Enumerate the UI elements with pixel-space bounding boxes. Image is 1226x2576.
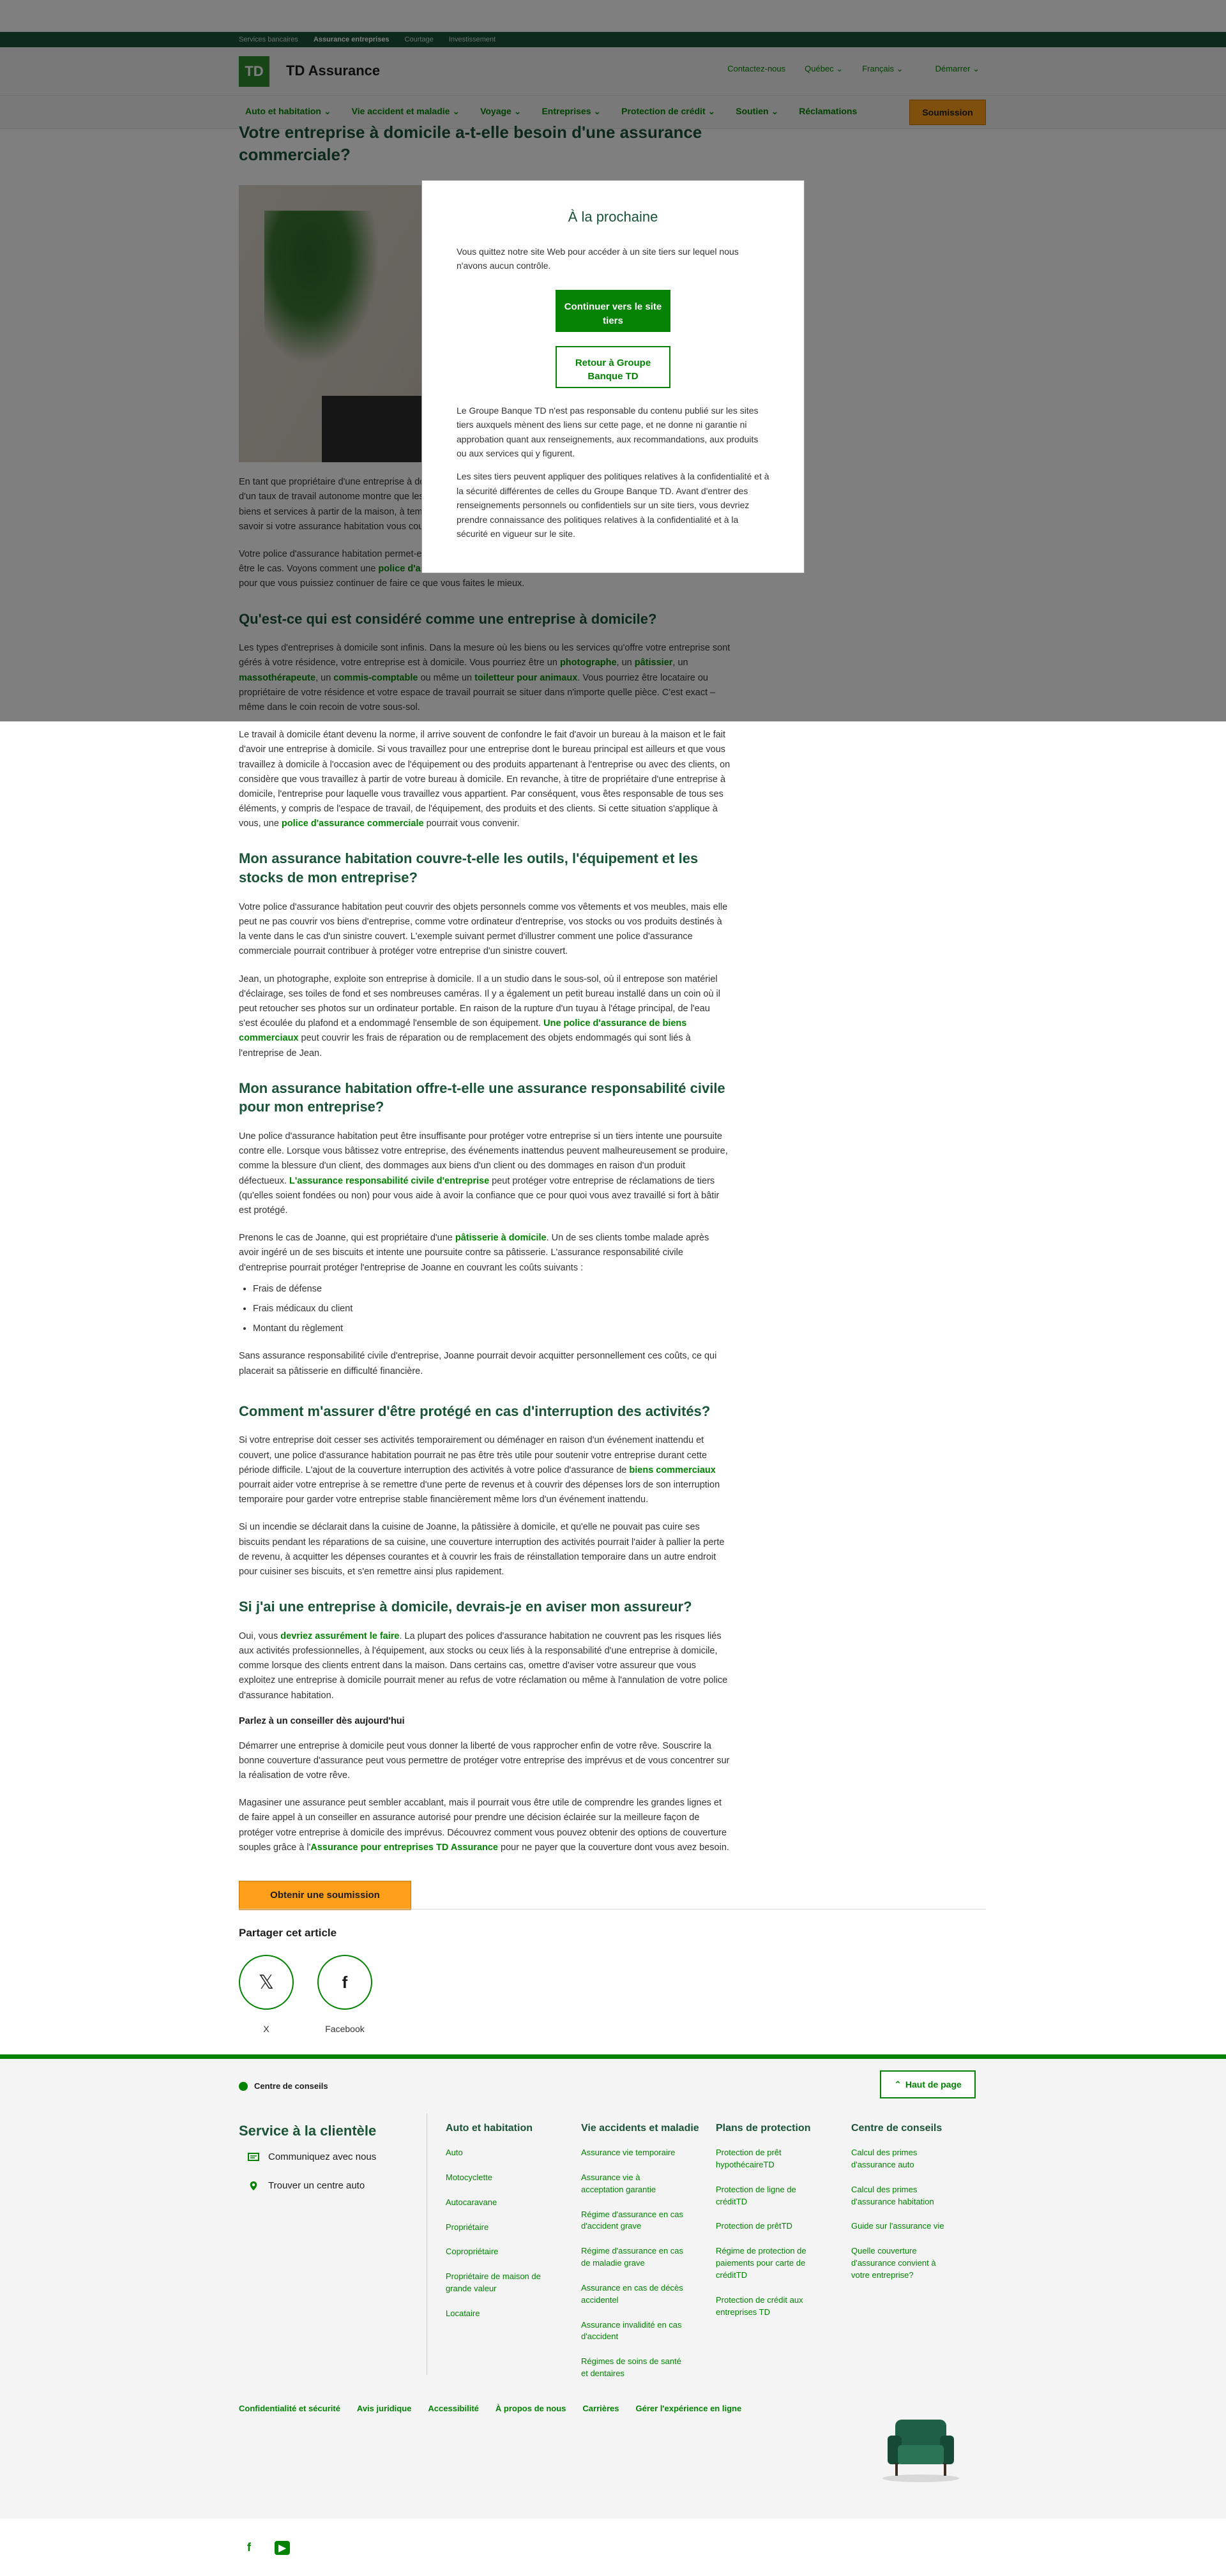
footer-link[interactable]: Protection de prêtTD [716,2220,844,2233]
liability-paragraph-2: Prenons le cas de Joanne, qui est propri… [239,1233,709,1273]
location-pin-icon [250,2181,257,2190]
notify-paragraph-1: Oui, vous devriez assurément le faire. L… [239,1631,728,1701]
green-chair-illustration [882,2420,959,2482]
footer-col-title: Auto et habitation [446,2123,533,2134]
footer-link[interactable]: Assurance vie temporaire [581,2147,709,2159]
link-home-bakery[interactable]: pâtisserie à domicile [455,1233,547,1243]
third-party-modal: À la prochaine Vous quittez notre site W… [421,180,805,573]
link-commercial-goods[interactable]: biens commerciaux [629,1465,715,1475]
legal-link-careers[interactable]: Carrières [582,2404,619,2413]
footer-link[interactable]: Régime d'assurance en cas d'accident gra… [581,2209,690,2233]
legal-link-about[interactable]: À propos de nous [496,2404,566,2413]
footer-link[interactable]: Calcul des primes d'assurance auto [851,2147,934,2171]
footer-link[interactable]: Assurance vie à acceptation garantie [581,2172,677,2196]
tools-paragraph-1: Votre police d'assurance habitation peut… [239,901,728,957]
modal-intro: Vous quittez notre site Web pour accéder… [457,246,739,271]
legal-link-legal[interactable]: Avis juridique [357,2404,411,2413]
liability-paragraph-3: Sans assurance responsabilité civile d'e… [239,1351,717,1376]
share-title: Partager cet article [239,1927,337,1939]
footer-col-tips: Centre de conseils Calcul des primes d'a… [851,2123,979,2294]
share-facebook-button[interactable]: f [317,1955,372,2010]
footer-link[interactable]: Guide sur l'assurance vie [851,2220,979,2233]
x-icon: 𝕏 [258,1971,275,1993]
legal-link-online-experience[interactable]: Gérer l'expérience en ligne [636,2404,742,2413]
heading-advisor: Parlez à un conseiller dès aujourd'hui [239,1715,405,1726]
list-item: Frais de défense [253,1282,730,1297]
list-item: Montant du règlement [253,1322,730,1336]
get-quote-button[interactable]: Obtenir une soumission [239,1881,411,1910]
legal-link-accessibility[interactable]: Accessibilité [428,2404,479,2413]
youtube-icon[interactable]: ▶ [275,2541,291,2555]
footer-link[interactable]: Autocaravane [446,2197,573,2209]
liability-paragraph-1: Une police d'assurance habitation peut ê… [239,1131,728,1216]
advisor-paragraph-1: Démarrer une entreprise à domicile peut … [239,1740,730,1781]
link-td-business-insurance[interactable]: Assurance pour entreprises TD Assurance [310,1842,498,1853]
footer-link[interactable]: Protection de crédit aux entreprises TD [716,2294,812,2319]
footer-breadcrumb[interactable]: Centre de conseils [239,2081,328,2091]
footer-col-auto-home: Auto et habitation Auto Motocyclette Aut… [446,2123,573,2333]
footer-col-title: Plans de protection [716,2123,811,2134]
footer-link[interactable]: Régimes de soins de santé et dentaires [581,2356,690,2380]
footer-link[interactable]: Propriétaire [446,2222,573,2234]
legal-link-privacy[interactable]: Confidentialité et sécurité [239,2404,340,2413]
continue-third-party-button[interactable]: Continuer vers le site tiers [556,289,670,332]
heading-interruption: Comment m'assurer d'être protégé en cas … [239,1403,711,1419]
chat-icon [248,2152,259,2161]
footer-link[interactable]: Copropriétaire [446,2246,573,2258]
modal-title: À la prochaine [568,209,658,225]
footer-accent-line [0,2054,1226,2059]
heading-notify-insurer: Si j'ai une entreprise à domicile, devra… [239,1599,692,1615]
link-commercial-policy[interactable]: police d'assurance commerciale [282,818,424,829]
footer-link[interactable]: Régime d'assurance en cas de maladie gra… [581,2245,690,2270]
facebook-icon[interactable]: f [247,2541,251,2554]
footer-link[interactable]: Auto [446,2147,573,2159]
share-x-label: X [263,2024,269,2034]
link-should-notify[interactable]: devriez assurément le faire [280,1631,399,1641]
footer-link[interactable]: Motocyclette [446,2172,573,2184]
footer-link[interactable]: Protection de ligne de créditTD [716,2184,805,2208]
share-facebook-label: Facebook [325,2024,365,2034]
interruption-paragraph-2: Si un incendie se déclarait dans la cuis… [239,1522,725,1577]
footer-link[interactable]: Protection de prêt hypothécaireTD [716,2147,799,2171]
bottom-social-bar: f ▶ [0,2519,1226,2576]
footer-col-title: Centre de conseils [851,2123,942,2134]
site-footer: Centre de conseils ⌃ Haut de page Service… [0,2059,1226,2519]
footer-link[interactable]: Régime de protection de paiements pour c… [716,2245,818,2282]
footer-link[interactable]: Propriétaire de maison de grande valeur [446,2271,548,2295]
interruption-paragraph-1: Si votre entreprise doit cesser ses acti… [239,1435,720,1505]
footer-col-protection: Plans de protection Protection de prêt h… [716,2123,844,2331]
footer-link[interactable]: Locataire [446,2308,573,2320]
modal-disclaimer-2: Les sites tiers peuvent appliquer des po… [457,471,769,539]
link-liability[interactable]: L'assurance responsabilité civile d'entr… [289,1176,489,1186]
heading-liability: Mon assurance habitation offre-t-elle un… [239,1080,725,1115]
advisor-paragraph-2: Magasiner une assurance peut sembler acc… [239,1798,729,1853]
heading-tools-coverage: Mon assurance habitation couvre-t-elle l… [239,850,699,886]
liability-list: Frais de défense Frais médicaux du clien… [239,1282,730,1337]
chevron-up-icon: ⌃ [894,2079,902,2090]
share-x-button[interactable]: 𝕏 [239,1955,294,2010]
contact-us-link[interactable]: Communiquez avec nous [248,2151,376,2162]
facebook-icon: f [342,1972,348,1992]
tips-icon [239,2081,248,2091]
customer-service-title: Service à la clientèle [239,2123,377,2139]
legal-links: Confidentialité et sécurité Avis juridiq… [239,2404,741,2413]
list-item: Frais médicaux du client [253,1302,730,1316]
footer-col-life: Vie accidents et maladie Assurance vie t… [581,2123,709,2393]
find-center-link[interactable]: Trouver un centre auto [248,2180,365,2191]
footer-link[interactable]: Calcul des primes d'assurance habitation [851,2184,947,2208]
what-paragraph-2: Le travail à domicile étant devenu la no… [239,730,730,829]
return-td-button[interactable]: Retour à Groupe Banque TD [556,345,670,388]
footer-link[interactable]: Assurance en cas de décès accidentel [581,2282,690,2307]
footer-link[interactable]: Assurance invalidité en cas d'accident [581,2319,690,2344]
back-to-top-button[interactable]: ⌃ Haut de page [880,2070,976,2098]
footer-link[interactable]: Quelle couverture d'assurance convient à… [851,2245,953,2282]
tools-paragraph-2: Jean, un photographe, exploite son entre… [239,974,720,1058]
modal-disclaimer-1: Le Groupe Banque TD n'est pas responsabl… [457,405,759,458]
footer-col-title: Vie accidents et maladie [581,2123,699,2134]
